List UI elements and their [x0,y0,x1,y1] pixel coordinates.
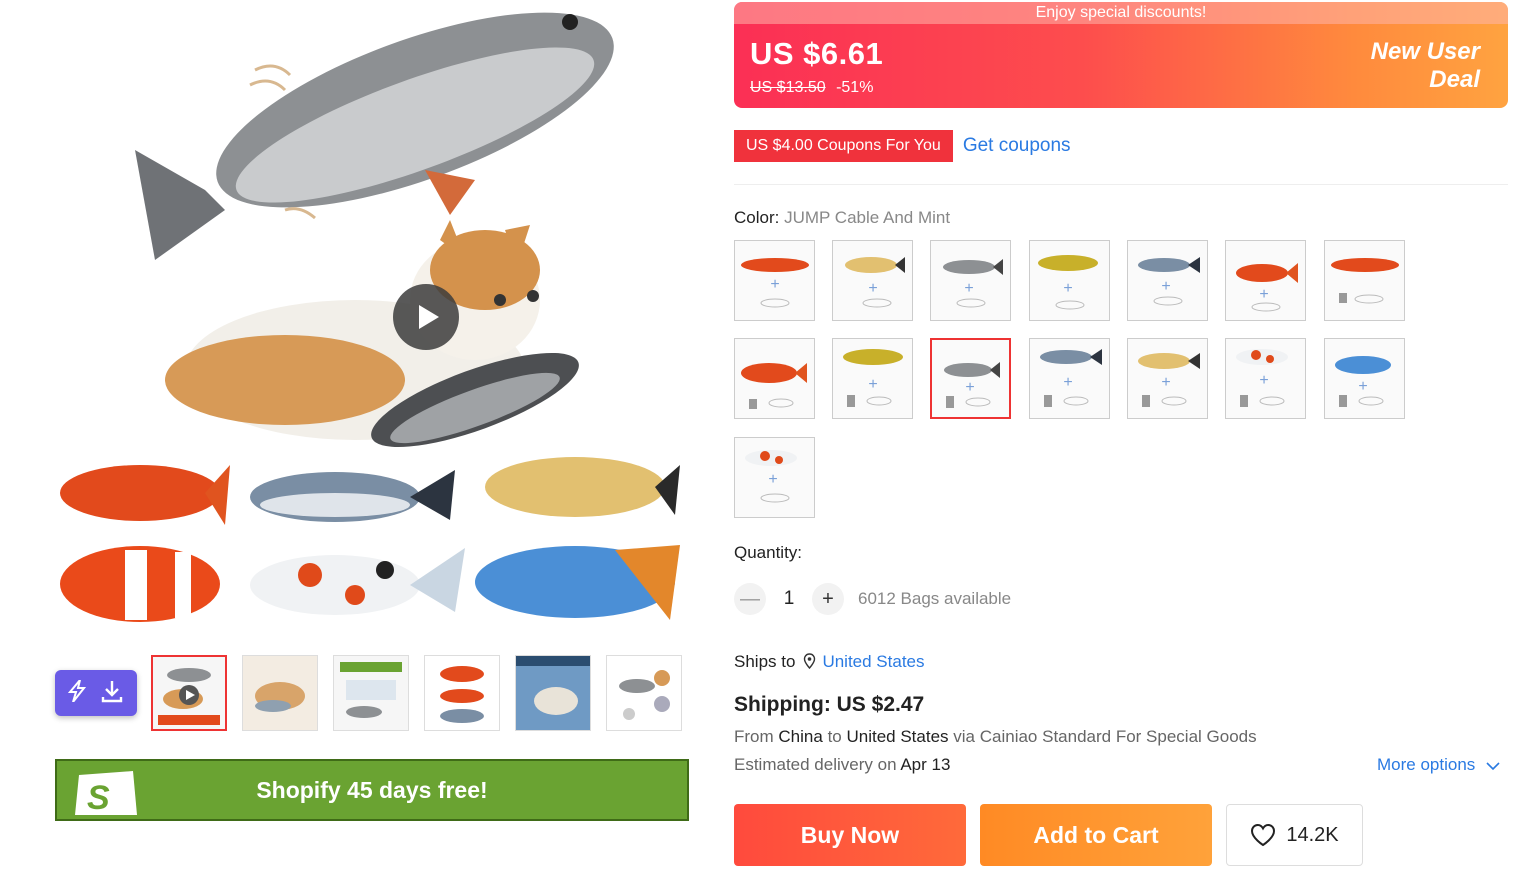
divider [734,184,1508,185]
color-swatch-1[interactable]: + [734,240,815,321]
play-icon [419,305,439,329]
estimated-delivery: Estimated delivery on Apr 13 [734,755,950,775]
ship-from-prefix: From [734,727,774,746]
selected-color-name: JUMP Cable And Mint [784,208,951,227]
quantity-label: Quantity: [734,543,803,562]
bolt-icon [67,679,87,706]
color-swatch-12[interactable]: + [1127,338,1208,419]
svg-text:+: + [964,280,973,297]
svg-text:+: + [768,471,777,488]
shopify-promo-text: Shopify 45 days free! [256,776,488,803]
svg-text:+: + [1358,378,1367,395]
heart-icon [1251,823,1276,847]
new-user-deal-badge: New User Deal [1371,38,1480,94]
shipping-route: From China to United States via Cainiao … [734,727,1257,747]
delivery-date: Apr 13 [900,755,951,774]
svg-text:+: + [868,280,877,297]
coupon-row: US $4.00 Coupons For You Get coupons [734,130,1071,162]
color-label-row: Color: JUMP Cable And Mint [734,208,950,228]
current-price: US $6.61 [750,36,884,71]
shopify-bag-icon: S [75,771,137,817]
ship-to-country: United States [846,727,949,746]
svg-text:+: + [965,379,974,396]
original-price: US $13.50 [750,79,826,96]
delivery-prefix: Estimated delivery on [734,755,897,774]
ship-from-country: China [778,727,823,746]
promo-banner-text: Enjoy special discounts! [734,2,1508,24]
svg-text:+: + [770,276,779,293]
stock-available: 6012 Bags available [858,589,1012,608]
quantity-stepper: — 1 + 6012 Bags available [734,583,1011,615]
play-video-button[interactable] [393,284,459,350]
color-swatch-6[interactable]: + [1225,240,1306,321]
color-swatch-8[interactable] [734,338,815,419]
quantity-decrease-button[interactable]: — [734,583,766,615]
color-swatch-3[interactable]: + [930,240,1011,321]
svg-text:+: + [1063,374,1072,391]
svg-text:+: + [1259,372,1268,389]
thumbnail-strip [55,655,697,731]
deal-line-1: New User [1370,38,1480,65]
shopify-promo-banner[interactable]: S Shopify 45 days free! [55,759,689,821]
ships-to-row: Ships to United States [734,652,925,672]
thumbnail-5[interactable] [515,655,591,731]
product-image-graphic [60,12,680,622]
color-swatch-10[interactable]: + [930,338,1011,419]
thumbnail-3[interactable] [333,655,409,731]
add-to-cart-button[interactable]: Add to Cart [980,804,1212,866]
deal-line-2: Deal [1429,66,1480,93]
download-icon [100,679,124,707]
more-options-label: More options [1377,755,1476,774]
color-swatch-9[interactable]: + [832,338,913,419]
thumbnail-2[interactable] [242,655,318,731]
svg-text:+: + [1161,374,1170,391]
svg-text:+: + [1161,278,1170,295]
wishlist-button[interactable]: 14.2K [1226,804,1363,866]
svg-text:+: + [1259,286,1268,303]
wishlist-count: 14.2K [1286,823,1339,846]
thumbnail-6[interactable] [606,655,682,731]
color-swatch-7[interactable] [1324,240,1405,321]
discount-percent: -51% [836,79,874,96]
more-shipping-options-link[interactable]: More options [1377,755,1500,775]
get-coupons-link[interactable]: Get coupons [963,135,1071,157]
shipping-carrier: via Cainiao Standard For Special Goods [953,727,1257,746]
chevron-down-icon [1486,761,1500,770]
color-swatch-15[interactable]: + [734,437,815,518]
svg-text:+: + [1063,280,1072,297]
color-swatch-4[interactable]: + [1029,240,1110,321]
location-pin-icon [803,652,816,672]
color-swatch-14[interactable]: + [1324,338,1405,419]
coupon-tag: US $4.00 Coupons For You [734,130,953,162]
quantity-input[interactable]: 1 [766,588,812,610]
ships-to-country-selector[interactable]: United States [822,652,924,672]
color-swatch-13[interactable]: + [1225,338,1306,419]
thumbnail-1[interactable] [151,655,227,731]
ships-to-label: Ships to [734,652,796,671]
buy-now-button[interactable]: Buy Now [734,804,966,866]
color-swatch-5[interactable]: + [1127,240,1208,321]
product-main-image[interactable] [55,0,688,635]
svg-text:S: S [87,779,110,817]
color-swatch-11[interactable]: + [1029,338,1110,419]
shipping-cost: Shipping: US $2.47 [734,693,925,716]
thumbnail-4[interactable] [424,655,500,731]
svg-text:+: + [868,376,877,393]
quantity-increase-button[interactable]: + [812,583,844,615]
color-label: Color: [734,208,780,227]
color-swatch-2[interactable]: + [832,240,913,321]
ship-to-word: to [827,727,842,746]
original-price-row: US $13.50 -51% [750,79,873,97]
price-box: Enjoy special discounts! US $6.61 US $13… [734,2,1508,108]
download-images-button[interactable] [55,670,137,716]
